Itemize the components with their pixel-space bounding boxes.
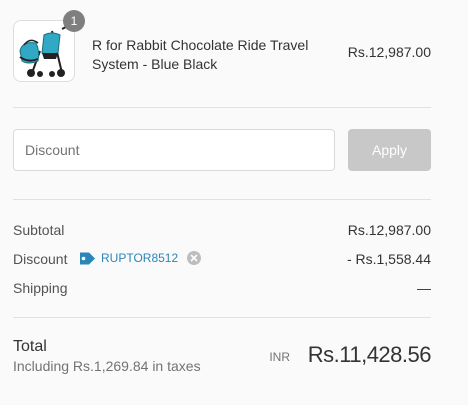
divider bbox=[13, 199, 431, 200]
product-price: Rs.12,987.00 bbox=[347, 44, 431, 60]
product-name: R for Rabbit Chocolate Ride Travel Syste… bbox=[92, 37, 309, 72]
divider bbox=[13, 317, 431, 318]
tag-icon bbox=[80, 252, 95, 265]
total-label: Total bbox=[13, 338, 47, 355]
discount-input[interactable] bbox=[13, 129, 335, 171]
product-thumbnail bbox=[13, 20, 75, 82]
divider bbox=[13, 107, 431, 108]
currency-code: INR bbox=[269, 350, 290, 364]
quantity-badge: 1 bbox=[63, 10, 85, 32]
total-amount: Rs.11,428.56 bbox=[307, 342, 432, 367]
discount-value: - Rs.1,558.44 bbox=[346, 251, 431, 267]
shipping-value: — bbox=[417, 280, 431, 296]
remove-discount-icon[interactable] bbox=[187, 251, 201, 265]
apply-button[interactable]: Apply bbox=[348, 129, 431, 171]
tax-note: Including Rs.1,269.84 in taxes bbox=[13, 358, 201, 374]
shipping-label: Shipping bbox=[13, 280, 68, 296]
stroller-icon bbox=[19, 26, 67, 77]
subtotal-value: Rs.12,987.00 bbox=[347, 222, 431, 238]
discount-label: Discount bbox=[13, 251, 68, 267]
discount-code: RUPTOR8512 bbox=[101, 251, 179, 265]
subtotal-label: Subtotal bbox=[13, 222, 65, 238]
